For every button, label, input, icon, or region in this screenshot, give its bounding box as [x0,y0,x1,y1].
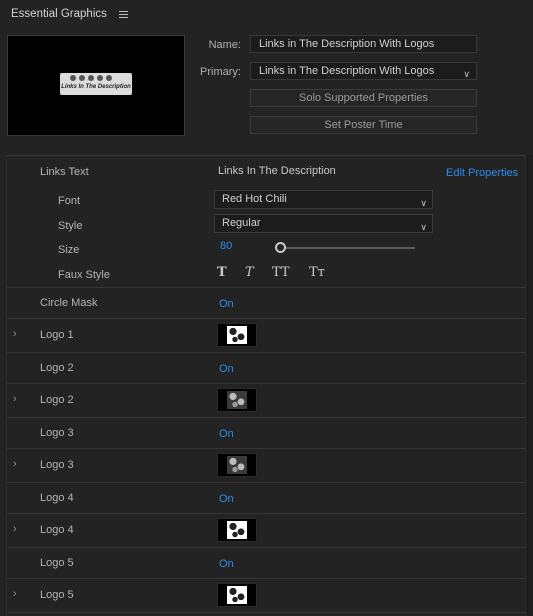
faux-style-label: Faux Style [58,269,110,281]
primary-select-value: Links in The Description With Logos [259,65,435,77]
property-label: Logo 5 [40,589,74,601]
property-label: Logo 2 [40,394,74,406]
font-dropdown-value: Red Hot Chili [222,193,287,205]
size-label: Size [58,244,80,256]
style-label: Style [58,220,83,232]
checkbox-value[interactable]: On [219,298,234,310]
property-label: Logo 1 [40,329,74,341]
small-caps-button[interactable]: Tт [309,265,325,280]
property-row: › Logo 5 [7,579,526,613]
faux-bold-button[interactable]: T [217,265,227,280]
logo-thumbnail[interactable] [217,453,257,477]
property-label: Logo 3 [40,427,74,439]
property-row: Circle Mask On [7,288,526,319]
chevron-down-icon: ∨ [420,222,427,232]
chevron-right-icon[interactable]: › [13,588,17,600]
links-text-label: Links Text [40,166,89,178]
size-slider-track[interactable] [281,247,415,249]
links-text-group: Links Text Links In The Description Edit… [7,156,526,288]
size-slider-knob[interactable] [275,242,286,253]
logo-thumbnail[interactable] [217,323,257,347]
property-label: Logo 5 [40,557,74,569]
style-dropdown[interactable]: Regular ∨ [214,214,433,233]
primary-label: Primary: [200,66,241,78]
property-row: Logo 3 On [7,418,526,449]
name-label: Name: [208,39,241,51]
checkbox-value[interactable]: On [219,493,234,505]
chevron-right-icon[interactable]: › [13,458,17,470]
all-caps-button[interactable]: TT [272,265,290,280]
style-dropdown-value: Regular [222,217,261,229]
name-field[interactable]: Links in The Description With Logos [250,35,477,53]
property-label: Circle Mask [40,297,98,309]
poster-icons [70,75,112,81]
primary-select[interactable]: Links in The Description With Logos ∨ [250,62,477,80]
property-row: › Logo 4 [7,514,526,548]
property-label: Logo 3 [40,459,74,471]
font-dropdown[interactable]: Red Hot Chili ∨ [214,190,433,209]
property-label: Logo 4 [40,524,74,536]
faux-italic-button[interactable]: T [245,265,254,280]
panel-title: Essential Graphics [11,8,107,20]
poster-thumbnail: Links In The Description [60,73,132,95]
property-row: › Logo 3 [7,449,526,483]
panel-header: Essential Graphics [0,0,533,28]
chevron-down-icon: ∨ [463,69,470,79]
property-row: Logo 4 On [7,483,526,514]
edit-properties-link[interactable]: Edit Properties [446,167,518,179]
scrollbar[interactable] [526,155,533,616]
property-row: Logo 2 On [7,353,526,384]
properties-list: Links Text Links In The Description Edit… [6,155,526,616]
checkbox-value[interactable]: On [219,558,234,570]
chevron-right-icon[interactable]: › [13,523,17,535]
property-row: › Logo 1 [7,319,526,353]
logo-thumbnail[interactable] [217,518,257,542]
chevron-down-icon: ∨ [420,198,427,208]
property-label: Logo 2 [40,362,74,374]
set-poster-time-button[interactable]: Set Poster Time [250,116,477,134]
checkbox-value[interactable]: On [219,363,234,375]
links-text-value[interactable]: Links In The Description [218,165,336,177]
logo-thumbnail[interactable] [217,583,257,607]
property-row: Logo 5 On [7,548,526,579]
property-label: Logo 4 [40,492,74,504]
checkbox-value[interactable]: On [219,428,234,440]
solo-supported-properties-button[interactable]: Solo Supported Properties [250,89,477,107]
property-row: › Logo 2 [7,384,526,418]
chevron-right-icon[interactable]: › [13,393,17,405]
poster-frame-preview: Links In The Description [7,35,185,136]
hamburger-menu-icon[interactable] [118,10,128,18]
logo-thumbnail[interactable] [217,388,257,412]
font-label: Font [58,195,81,207]
poster-thumbnail-text: Links In The Description [61,84,131,90]
size-value[interactable]: 80 [220,240,232,252]
chevron-right-icon[interactable]: › [13,328,17,340]
